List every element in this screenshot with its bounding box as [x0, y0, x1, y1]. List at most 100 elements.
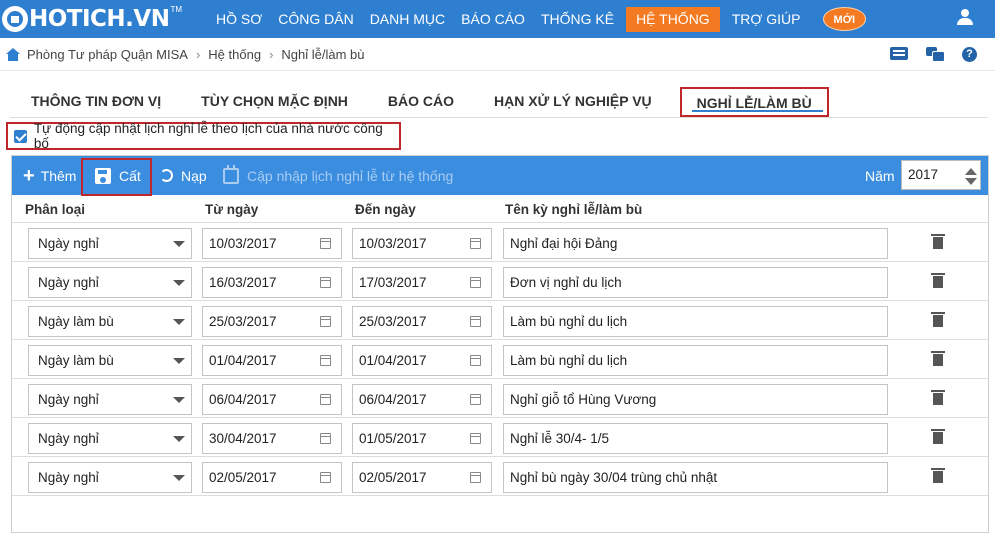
calendar-icon[interactable]: [320, 394, 331, 405]
auto-update-label[interactable]: Tự động cập nhật lịch nghỉ lễ theo lịch …: [34, 121, 399, 151]
add-button-label: Thêm: [40, 167, 77, 184]
nav-item-cong-dan[interactable]: Công dân: [270, 7, 361, 32]
table-row: Ngày nghỉ 30/04/2017 01/05/2017 Nghỉ lễ …: [12, 418, 988, 457]
calendar-icon[interactable]: [470, 355, 481, 366]
chevron-down-icon: [173, 241, 185, 247]
calendar-icon[interactable]: [320, 316, 331, 327]
nav-item-ho-so[interactable]: Hồ sơ: [208, 7, 270, 32]
auto-update-checkbox[interactable]: [14, 129, 27, 143]
type-select[interactable]: Ngày làm bù: [28, 306, 192, 337]
tab-nghi-le-lam-bu[interactable]: Nghỉ lễ/làm bù: [679, 87, 829, 117]
to-date-input[interactable]: 01/05/2017: [352, 423, 492, 454]
nav-item-he-thong[interactable]: Hệ thống: [626, 6, 720, 32]
type-select[interactable]: Ngày nghỉ: [28, 384, 192, 415]
tab-han-xu-ly[interactable]: Hạn xử lý nghiệp vụ: [482, 87, 664, 117]
chevron-down-icon: [173, 280, 185, 286]
sync-holidays-button[interactable]: Cập nhập lịch nghỉ lễ từ hệ thống: [223, 156, 453, 195]
calendar-icon[interactable]: [320, 355, 331, 366]
type-select[interactable]: Ngày nghỉ: [28, 462, 192, 493]
nav-item-danh-muc[interactable]: Danh mục: [362, 7, 453, 32]
to-date-input[interactable]: 25/03/2017: [352, 306, 492, 337]
trash-icon[interactable]: [931, 390, 945, 405]
column-header-name: Tên kỳ nghỉ lễ/làm bù: [505, 202, 643, 217]
floppy-icon: [95, 167, 111, 184]
calendar-icon[interactable]: [470, 238, 481, 249]
to-date-input[interactable]: 01/04/2017: [352, 345, 492, 376]
breadcrumb-item-unit[interactable]: Phòng Tư pháp Quận MISA: [27, 47, 188, 62]
to-date-input[interactable]: 02/05/2017: [352, 462, 492, 493]
holiday-name-input[interactable]: Nghỉ bù ngày 30/04 trùng chủ nhật: [503, 462, 888, 493]
column-header-to: Đến ngày: [355, 202, 416, 217]
trash-icon[interactable]: [931, 351, 945, 366]
spin-up-icon[interactable]: [965, 168, 977, 175]
holiday-name-input[interactable]: Nghỉ đại hội Đảng: [503, 228, 888, 259]
reload-button[interactable]: Nạp: [160, 156, 207, 195]
keyboard-icon[interactable]: [890, 47, 908, 60]
user-icon[interactable]: [957, 9, 973, 27]
chat-icon[interactable]: [926, 47, 945, 62]
nav-item-bao-cao[interactable]: Báo cáo: [453, 7, 533, 32]
app-logo[interactable]: HOTICH.VN TM: [2, 4, 182, 34]
new-badge[interactable]: MỚI: [822, 7, 867, 31]
calendar-icon[interactable]: [320, 472, 331, 483]
year-stepper[interactable]: 2017: [901, 160, 981, 190]
column-header-from: Từ ngày: [205, 202, 259, 217]
type-select[interactable]: Ngày nghỉ: [28, 423, 192, 454]
calendar-icon[interactable]: [320, 433, 331, 444]
trash-icon[interactable]: [931, 312, 945, 327]
table-row: Ngày nghỉ 02/05/2017 02/05/2017 Nghỉ bù …: [12, 457, 988, 496]
tab-bao-cao[interactable]: Báo cáo: [376, 87, 466, 117]
from-date-input[interactable]: 02/05/2017: [202, 462, 342, 493]
type-select[interactable]: Ngày nghỉ: [28, 228, 192, 259]
trash-icon[interactable]: [931, 468, 945, 483]
holiday-name-input[interactable]: Làm bù nghỉ du lịch: [503, 345, 888, 376]
chevron-down-icon: [173, 475, 185, 481]
from-date-input[interactable]: 30/04/2017: [202, 423, 342, 454]
reload-button-label: Nạp: [181, 167, 207, 184]
chevron-down-icon: [173, 397, 185, 403]
spin-down-icon[interactable]: [965, 178, 977, 185]
to-date-input[interactable]: 10/03/2017: [352, 228, 492, 259]
nav-item-tro-giup[interactable]: Trợ giúp: [724, 7, 809, 32]
utility-icons: ?: [890, 47, 977, 62]
to-date-input[interactable]: 06/04/2017: [352, 384, 492, 415]
breadcrumb: Phòng Tư pháp Quận MISA › Hệ thống › Ngh…: [6, 47, 365, 62]
calendar-icon[interactable]: [470, 394, 481, 405]
save-button[interactable]: Cất: [95, 156, 141, 195]
calendar-icon[interactable]: [320, 238, 331, 249]
calendar-icon[interactable]: [470, 472, 481, 483]
from-date-input[interactable]: 25/03/2017: [202, 306, 342, 337]
from-date-input[interactable]: 06/04/2017: [202, 384, 342, 415]
breadcrumb-bar: Phòng Tư pháp Quận MISA › Hệ thống › Ngh…: [0, 38, 995, 71]
calendar-icon[interactable]: [470, 277, 481, 288]
holiday-name-input[interactable]: Làm bù nghỉ du lịch: [503, 306, 888, 337]
chevron-down-icon: [173, 358, 185, 364]
holiday-panel: + Thêm Cất Nạp Cập nhập lịch nghỉ lễ từ …: [11, 155, 989, 533]
save-button-label: Cất: [119, 167, 141, 184]
from-date-input[interactable]: 16/03/2017: [202, 267, 342, 298]
breadcrumb-item-system[interactable]: Hệ thống: [208, 47, 261, 62]
type-select[interactable]: Ngày làm bù: [28, 345, 192, 376]
calendar-icon[interactable]: [320, 277, 331, 288]
calendar-icon[interactable]: [470, 433, 481, 444]
add-button[interactable]: + Thêm: [23, 156, 76, 195]
trash-icon[interactable]: [931, 234, 945, 249]
table-row: Ngày nghỉ 06/04/2017 06/04/2017 Nghỉ giỗ…: [12, 379, 988, 418]
calendar-icon[interactable]: [470, 316, 481, 327]
holiday-name-input[interactable]: Nghỉ lễ 30/4- 1/5: [503, 423, 888, 454]
settings-tabs: Thông tin đơn vị Tùy chọn mặc định Báo c…: [19, 87, 845, 117]
tab-thong-tin-don-vi[interactable]: Thông tin đơn vị: [19, 87, 173, 117]
auto-update-option[interactable]: Tự động cập nhật lịch nghỉ lễ theo lịch …: [6, 121, 401, 151]
from-date-input[interactable]: 10/03/2017: [202, 228, 342, 259]
trash-icon[interactable]: [931, 273, 945, 288]
type-select[interactable]: Ngày nghỉ: [28, 267, 192, 298]
holiday-name-input[interactable]: Nghỉ giỗ tổ Hùng Vương: [503, 384, 888, 415]
home-icon[interactable]: [6, 48, 20, 61]
from-date-input[interactable]: 01/04/2017: [202, 345, 342, 376]
help-icon[interactable]: ?: [962, 47, 977, 62]
tab-tuy-chon-mac-dinh[interactable]: Tùy chọn mặc định: [189, 87, 360, 117]
holiday-name-input[interactable]: Đơn vị nghỉ du lịch: [503, 267, 888, 298]
trash-icon[interactable]: [931, 429, 945, 444]
to-date-input[interactable]: 17/03/2017: [352, 267, 492, 298]
nav-item-thong-ke[interactable]: Thống kê: [533, 7, 622, 32]
